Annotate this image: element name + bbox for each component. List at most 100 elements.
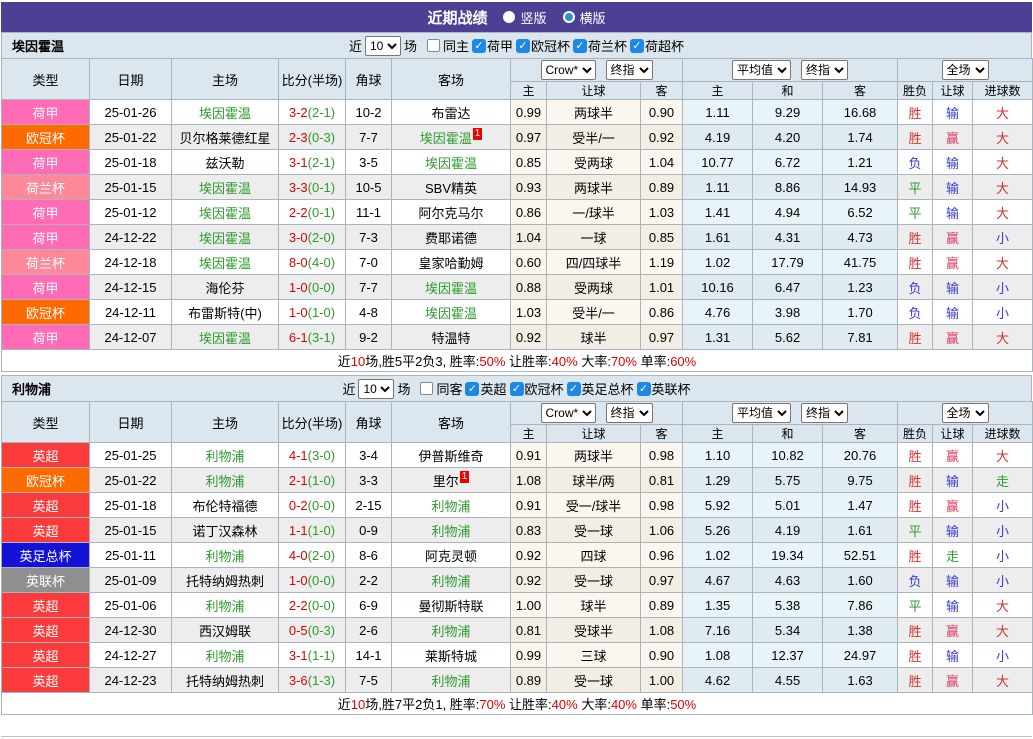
sub-col-handicap-result: 让球 <box>933 82 973 100</box>
summary-text: 近10场,胜5平2负3, 胜率:50% 让胜率:40% 大率:70% 单率:60… <box>2 350 1033 372</box>
avg-away: 1.38 <box>823 618 898 643</box>
avg-time-select[interactable]: 终指 <box>801 403 848 423</box>
avg-draw: 6.47 <box>753 275 823 300</box>
sub-col-result: 胜负 <box>898 82 933 100</box>
home-team-name: 利物浦 <box>205 474 244 489</box>
away-team-cell: 莱斯特城 <box>392 643 511 668</box>
odds-source-select[interactable]: Crow* <box>541 60 596 80</box>
result-cell: 负 <box>898 568 933 593</box>
home-odds: 0.83 <box>511 518 547 543</box>
league-checkbox[interactable]: ✓ <box>630 39 644 53</box>
odds-source-select[interactable]: Crow* <box>541 403 596 423</box>
same-venue-checkbox[interactable] <box>420 382 433 395</box>
result-cell: 负 <box>898 275 933 300</box>
goals-result-cell: 小 <box>973 225 1033 250</box>
summary-segment: 10 <box>351 354 365 369</box>
handicap-line: 四/四球半 <box>547 250 641 275</box>
away-team-name: 利物浦 <box>431 524 470 539</box>
away-team-cell: 阿尔克马尔 <box>392 200 511 225</box>
league-checkbox[interactable]: ✓ <box>465 382 479 396</box>
avg-away: 52.51 <box>823 543 898 568</box>
home-team-cell: 海伦芬 <box>172 275 279 300</box>
goals-result-cell: 大 <box>973 325 1033 350</box>
away-team-cell: 阿克灵顿 <box>392 543 511 568</box>
near-count-select[interactable]: 10 <box>365 36 401 56</box>
avg-source-select[interactable]: 平均值 <box>732 60 791 80</box>
sub-col-avg-away: 客 <box>823 425 898 443</box>
league-checkbox[interactable]: ✓ <box>637 382 651 396</box>
home-team-cell: 托特纳姆热刺 <box>172 568 279 593</box>
goals-result-cell: 大 <box>973 443 1033 468</box>
horizontal-layout-option[interactable]: 横版 <box>563 8 606 27</box>
league-checkbox[interactable]: ✓ <box>573 39 587 53</box>
score-cell: 3-6(1-3) <box>279 668 346 693</box>
goals-result-cell: 大 <box>973 618 1033 643</box>
same-venue-checkbox[interactable] <box>427 39 440 52</box>
fulltime-score: 3-1 <box>289 155 308 170</box>
goals-result-cell: 小 <box>973 300 1033 325</box>
home-team-cell: 布雷斯特(中) <box>172 300 279 325</box>
avg-draw: 5.01 <box>753 493 823 518</box>
home-team-name: 埃因霍温 <box>199 231 251 246</box>
handicap-line: 球半/两 <box>547 468 641 493</box>
goals-result-cell: 小 <box>973 493 1033 518</box>
horizontal-layout-label: 横版 <box>580 8 606 27</box>
radio-selected-icon[interactable] <box>503 11 515 23</box>
page-title: 近期战绩 <box>427 7 487 28</box>
result-cell: 负 <box>898 300 933 325</box>
match-date: 24-12-30 <box>90 618 172 643</box>
handicap-result-cell: 赢 <box>933 250 973 275</box>
team-name: 埃因霍温 <box>12 36 64 55</box>
away-odds: 1.01 <box>641 275 683 300</box>
col-score: 比分(半场) <box>279 402 346 443</box>
radio-unselected-icon[interactable] <box>563 11 575 23</box>
away-odds: 0.98 <box>641 443 683 468</box>
home-team-cell: 埃因霍温 <box>172 325 279 350</box>
near-count-select[interactable]: 10 <box>358 379 394 399</box>
home-team-name: 布雷斯特(中) <box>188 306 262 321</box>
scope-select[interactable]: 全场 <box>942 60 989 80</box>
sub-col-goals: 进球数 <box>973 82 1033 100</box>
league-checkbox[interactable]: ✓ <box>516 39 530 53</box>
summary-segment: 40% <box>552 354 578 369</box>
summary-segment: 60% <box>670 354 696 369</box>
match-date: 25-01-12 <box>90 200 172 225</box>
vertical-layout-option[interactable]: 竖版 <box>503 8 546 27</box>
league-type-badge: 英超 <box>2 593 90 618</box>
match-date: 25-01-15 <box>90 518 172 543</box>
handicap-line: 一球 <box>547 225 641 250</box>
avg-home: 1.31 <box>683 325 753 350</box>
match-date: 24-12-15 <box>90 275 172 300</box>
score-cell: 2-1(1-0) <box>279 468 346 493</box>
score-cell: 0-2(0-0) <box>279 493 346 518</box>
scope-group-header: 全场 <box>898 59 1033 82</box>
avg-source-select[interactable]: 平均值 <box>732 403 791 423</box>
red-card-badge: 1 <box>473 128 483 140</box>
home-team-name: 海伦芬 <box>205 281 244 296</box>
halftime-score: (2-0) <box>308 548 335 563</box>
score-cell: 4-0(2-0) <box>279 543 346 568</box>
home-team-cell: 埃因霍温 <box>172 225 279 250</box>
odds-time-select[interactable]: 终指 <box>606 403 653 423</box>
handicap-result-cell: 输 <box>933 100 973 125</box>
avg-home: 4.62 <box>683 668 753 693</box>
match-date: 25-01-22 <box>90 125 172 150</box>
goals-result-cell: 走 <box>973 468 1033 493</box>
away-team-cell: 费耶诺德 <box>392 225 511 250</box>
odds-time-select[interactable]: 终指 <box>606 60 653 80</box>
away-team-cell: 皇家哈勤姆 <box>392 250 511 275</box>
league-checkbox[interactable]: ✓ <box>567 382 581 396</box>
home-team-cell: 利物浦 <box>172 643 279 668</box>
home-team-name: 埃因霍温 <box>199 181 251 196</box>
home-team-name: 利物浦 <box>205 449 244 464</box>
away-team-name: 里尔 <box>433 474 459 489</box>
handicap-result-cell: 赢 <box>933 618 973 643</box>
league-checkbox[interactable]: ✓ <box>510 382 524 396</box>
league-checkbox[interactable]: ✓ <box>472 39 486 53</box>
avg-group-header: 平均值 终指 <box>683 402 898 425</box>
score-cell: 3-3(0-1) <box>279 175 346 200</box>
scope-select[interactable]: 全场 <box>942 403 989 423</box>
league-label: 英超 <box>480 379 506 398</box>
avg-time-select[interactable]: 终指 <box>801 60 848 80</box>
handicap-result-cell: 赢 <box>933 125 973 150</box>
